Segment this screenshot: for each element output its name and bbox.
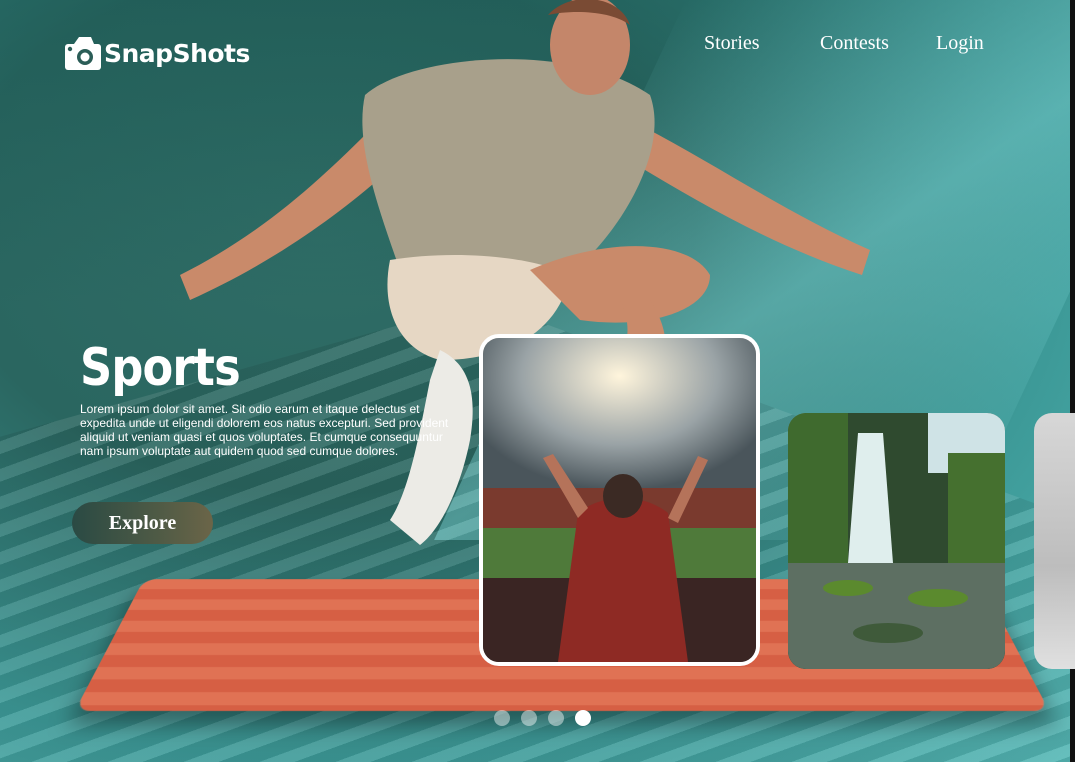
carousel-dot-4[interactable] xyxy=(575,710,591,726)
nav-stories-link[interactable]: Stories xyxy=(704,32,760,55)
nav-contests-link[interactable]: Contests xyxy=(820,32,889,55)
carousel-dot-2[interactable] xyxy=(521,710,537,726)
hero-description: Lorem ipsum dolor sit amet. Sit odio ear… xyxy=(80,402,449,458)
waterfall-image xyxy=(788,413,1005,669)
carousel-card-partial[interactable] xyxy=(1034,413,1075,669)
carousel-card-waterfall[interactable] xyxy=(788,413,1005,669)
stadium-fan-image xyxy=(483,338,756,662)
carousel-dot-3[interactable] xyxy=(548,710,564,726)
explore-button[interactable]: Explore xyxy=(72,502,213,544)
carousel-pagination xyxy=(494,710,591,726)
nav-login-link[interactable]: Login xyxy=(936,32,984,55)
hero-background: SnapShots Stories Contests Login Sports … xyxy=(0,0,1075,762)
top-navigation: Stories Contests Login xyxy=(0,32,1075,62)
hero-title: Sports xyxy=(80,338,241,398)
carousel-dot-1[interactable] xyxy=(494,710,510,726)
carousel-card-stadium[interactable] xyxy=(479,334,760,666)
